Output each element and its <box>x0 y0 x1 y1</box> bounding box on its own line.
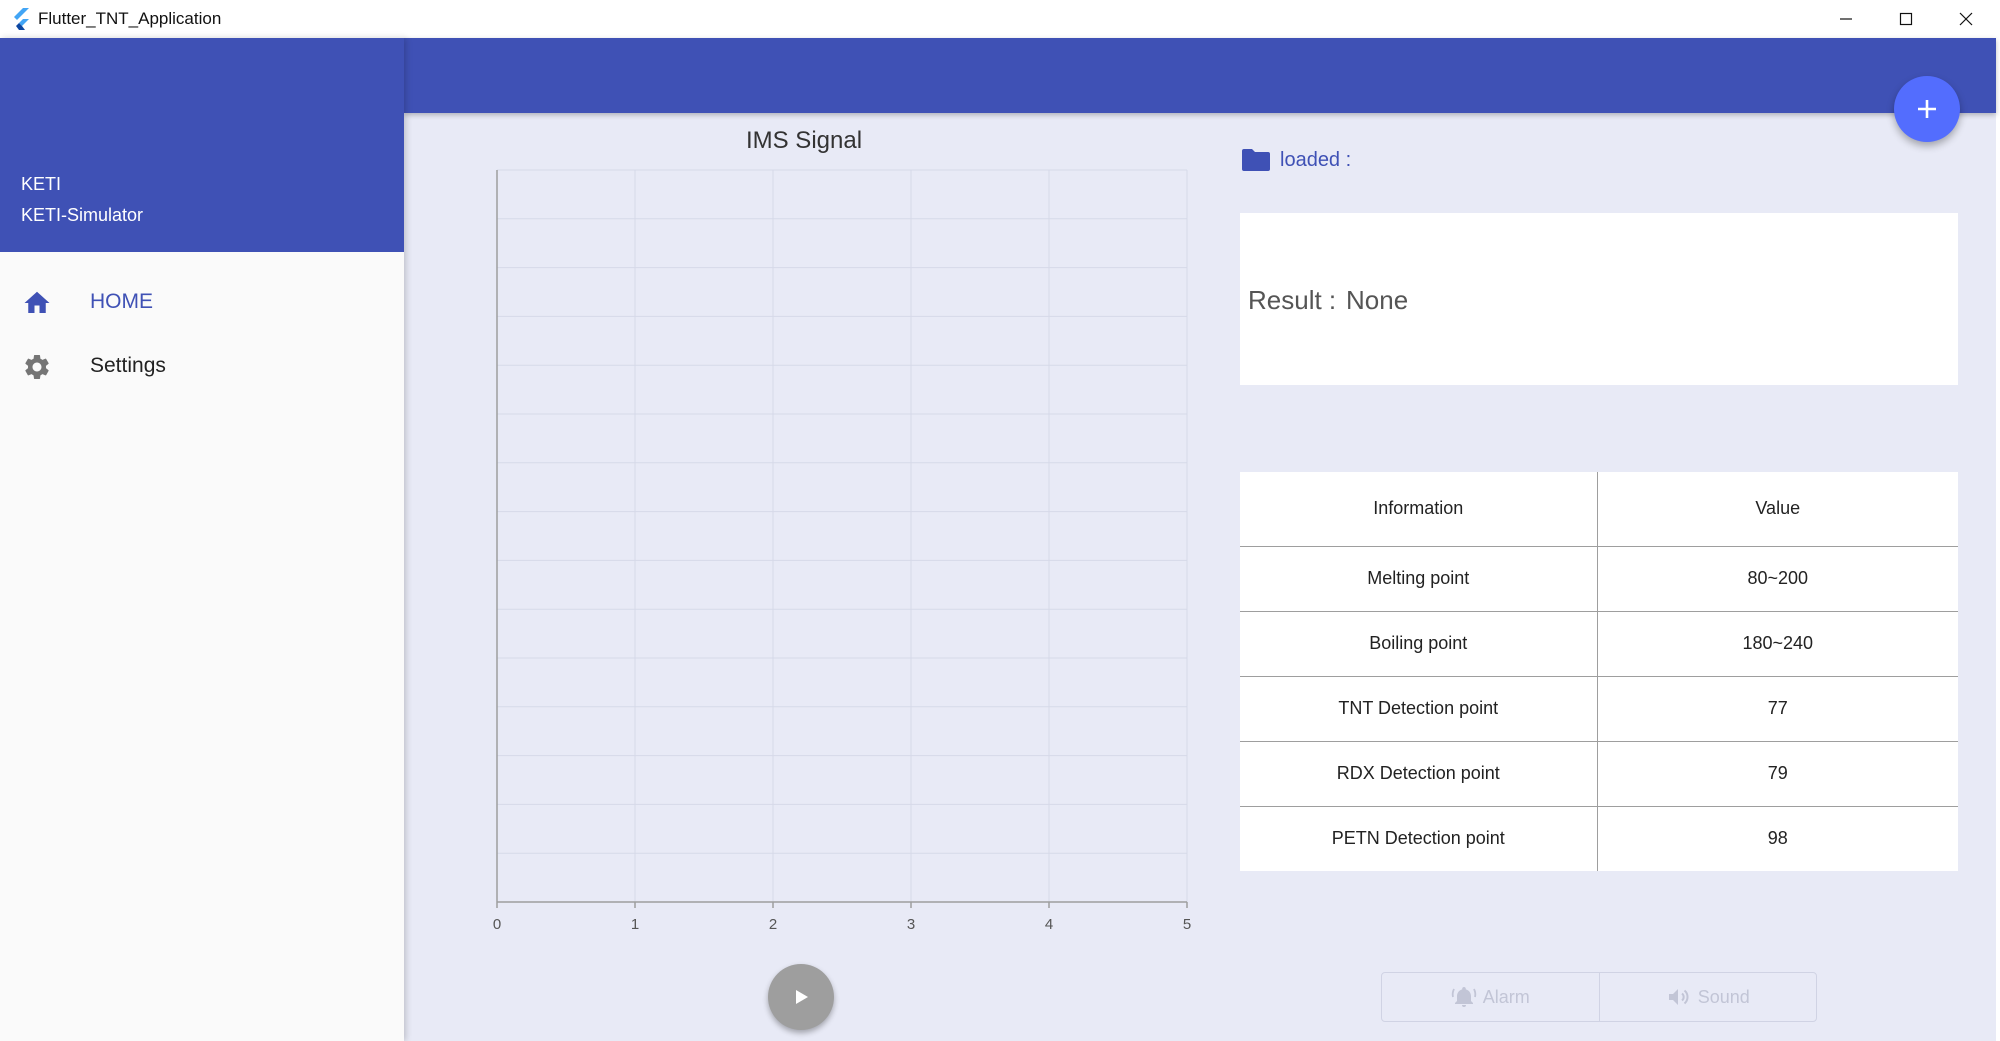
drawer-account-subtitle: KETI-Simulator <box>21 205 144 225</box>
minimize-button[interactable] <box>1816 0 1876 38</box>
table-cell-information: Melting point <box>1240 545 1598 612</box>
chart-x-tick-label: 1 <box>631 916 639 933</box>
window-title: Flutter_TNT_Application <box>38 9 222 28</box>
navigation-drawer: KETI KETI-Simulator HOME Settings <box>0 38 404 1041</box>
close-icon <box>1959 12 1973 26</box>
table-header-information: Information <box>1240 472 1598 547</box>
drawer-item-settings[interactable]: Settings <box>0 335 404 397</box>
folder-icon <box>1242 149 1270 171</box>
maximize-icon <box>1899 12 1913 26</box>
sound-toggle-button[interactable]: Sound <box>1598 973 1817 1021</box>
table-row: Boiling point 180~240 <box>1240 610 1958 677</box>
add-fab-button[interactable] <box>1894 76 1960 142</box>
window-titlebar: Flutter_TNT_Application <box>0 0 2000 38</box>
drawer-header: KETI KETI-Simulator <box>0 38 404 252</box>
table-cell-value: 180~240 <box>1596 610 1958 677</box>
table-cell-value: 98 <box>1596 805 1958 871</box>
table-cell-information: TNT Detection point <box>1240 675 1598 742</box>
result-label: Result : <box>1248 285 1337 315</box>
alert-toggle-group: Alarm Sound <box>1381 972 1817 1022</box>
drawer-account-name: KETI <box>21 174 62 194</box>
table-cell-value: 80~200 <box>1596 545 1958 612</box>
chart-x-tick-label: 4 <box>1045 916 1053 933</box>
minimize-icon <box>1840 18 1852 20</box>
table-row: PETN Detection point 98 <box>1240 805 1958 871</box>
result-value: None <box>1346 285 1409 315</box>
ims-signal-chart: 0 1 2 3 4 5 <box>493 169 1191 933</box>
table-cell-information: Boiling point <box>1240 610 1598 677</box>
window-right-edge <box>1996 38 2000 1041</box>
chart-x-tick-label: 0 <box>493 916 501 933</box>
maximize-button[interactable] <box>1876 0 1936 38</box>
alarm-toggle-label: Alarm <box>1482 986 1530 1007</box>
play-icon <box>796 990 808 1004</box>
sound-toggle-label: Sound <box>1697 986 1750 1007</box>
loaded-label: loaded : <box>1280 148 1352 171</box>
volume-icon <box>1668 989 1689 1005</box>
table-header-row: Information Value <box>1240 472 1958 547</box>
table-row: Melting point 80~200 <box>1240 545 1958 612</box>
close-button[interactable] <box>1936 0 1996 38</box>
table-row: RDX Detection point 79 <box>1240 740 1958 807</box>
chart-title: IMS Signal <box>745 127 863 154</box>
chart-x-tick-label: 3 <box>907 916 915 933</box>
table-cell-information: RDX Detection point <box>1240 740 1598 807</box>
alarm-bell-icon <box>1451 987 1476 1007</box>
drawer-item-home[interactable]: HOME <box>0 271 404 333</box>
drawer-item-settings-label: Settings <box>90 354 166 377</box>
drawer-item-home-label: HOME <box>90 290 153 313</box>
app-bar <box>404 38 1996 113</box>
alarm-toggle-button[interactable]: Alarm <box>1382 973 1599 1021</box>
plus-icon <box>1918 100 1936 118</box>
table-row: TNT Detection point 77 <box>1240 675 1958 742</box>
chart-x-tick-label: 5 <box>1183 916 1191 933</box>
loaded-file-indicator: loaded : <box>1242 146 1351 174</box>
table-cell-information: PETN Detection point <box>1240 805 1598 871</box>
result-card: Result : None <box>1240 213 1958 385</box>
play-button[interactable] <box>768 964 834 1030</box>
flutter-logo-icon <box>14 8 29 30</box>
information-table: Information Value Melting point 80~200 B… <box>1240 472 1958 871</box>
table-cell-value: 77 <box>1596 675 1958 742</box>
home-icon <box>24 291 50 313</box>
table-header-value: Value <box>1596 472 1958 547</box>
chart-x-tick-label: 2 <box>769 916 777 933</box>
gear-icon <box>25 354 49 379</box>
table-cell-value: 79 <box>1596 740 1958 807</box>
